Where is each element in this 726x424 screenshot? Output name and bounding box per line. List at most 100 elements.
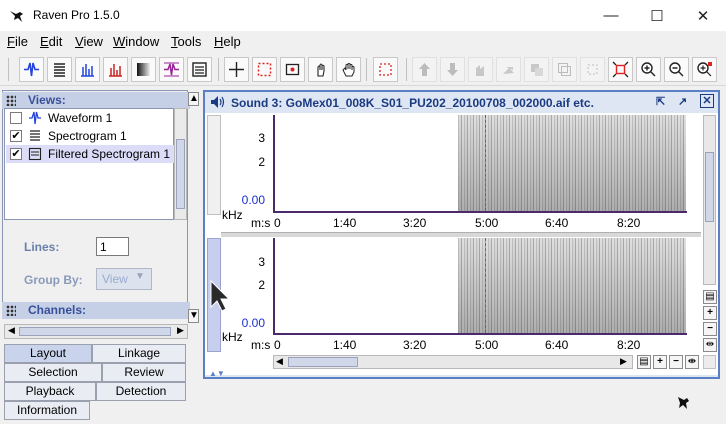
sound-window-titlebar[interactable]: Sound 3: GoMex01_008K_S01_PU202_20100708… [205, 92, 718, 113]
move-down-button[interactable] [440, 57, 465, 82]
scroll-down-arrow-icon[interactable]: ▼ [188, 309, 199, 323]
scroll-left-arrow-icon[interactable]: ◀ [8, 325, 15, 336]
window-title: Raven Pro 1.5.0 [33, 8, 120, 22]
scroll-right-arrow-icon[interactable]: ▶ [177, 325, 184, 336]
spectrogram-icon [30, 130, 40, 141]
hand-tool-button[interactable] [308, 57, 333, 82]
zoom-to-all-button[interactable] [608, 57, 633, 82]
selection-tool-button[interactable] [252, 57, 277, 82]
disabled-hand-button[interactable] [468, 57, 493, 82]
filtered-waveform-icon [164, 62, 179, 77]
point-selection-button[interactable] [280, 57, 305, 82]
channels-header: Channels: [2, 302, 190, 319]
horizontal-zoom-panel-icon[interactable]: ▤ [637, 355, 651, 369]
waveform-checkbox[interactable] [10, 112, 22, 124]
color-scheme-button[interactable] [131, 57, 156, 82]
scroll-up-arrow-icon[interactable]: ▲ [188, 92, 199, 106]
horizontal-zoom-out-icon[interactable]: − [669, 355, 683, 369]
drag-grip-icon[interactable] [6, 305, 16, 316]
gradient-icon [137, 63, 150, 76]
grab-tool-button[interactable] [336, 57, 361, 82]
mouse-cursor-icon [210, 280, 231, 312]
new-spectrogram-button[interactable] [47, 57, 72, 82]
hand-icon [476, 65, 484, 76]
corner-box [703, 355, 716, 369]
view-item-waveform[interactable]: Waveform 1 [6, 109, 174, 127]
vertical-fit-icon[interactable]: ⇹ [703, 338, 717, 352]
minimize-button[interactable]: — [588, 0, 634, 31]
raven-status-icon [678, 397, 689, 409]
vertical-scrollbar[interactable] [703, 115, 716, 285]
restore-icon[interactable]: ⇱ [656, 95, 665, 108]
disabled-tool-3-button[interactable] [552, 57, 577, 82]
filtered-spectrogram-icon [192, 62, 207, 77]
menu-file[interactable]: File [7, 34, 28, 49]
panel-1-selector[interactable] [207, 115, 221, 215]
tab-review[interactable]: Review [102, 363, 186, 382]
title-bar: Raven Pro 1.5.0 — ☐ ✕ [0, 0, 726, 31]
tab-playback[interactable]: Playback [4, 382, 96, 401]
scroll-left-arrow-icon[interactable]: ◀ [276, 356, 283, 367]
menu-edit[interactable]: Edit [40, 34, 62, 49]
vertical-zoom-out-icon[interactable]: − [703, 322, 717, 336]
arrow-up-icon [419, 63, 430, 76]
x-axis-unit: m:s [251, 216, 271, 230]
cursor-line-2 [485, 238, 486, 333]
menu-help[interactable]: Help [214, 34, 241, 49]
toolbar [0, 52, 726, 86]
waveform-icon [24, 62, 39, 77]
collapse-arrows-icon[interactable]: ▲▼ [209, 369, 225, 378]
disabled-tool-1-button[interactable] [496, 57, 521, 82]
zoom-selection-button[interactable] [692, 57, 717, 82]
side-hscrollbar[interactable]: ◀ ▶ [4, 324, 188, 339]
zoom-out-button[interactable] [664, 57, 689, 82]
marquee-zoom-button[interactable] [373, 57, 398, 82]
maximize-button[interactable]: ☐ [634, 0, 680, 31]
lines-input[interactable] [96, 237, 129, 256]
crosshair-tool-button[interactable] [224, 57, 249, 82]
panel-divider[interactable] [221, 232, 701, 237]
new-spectrum-button[interactable] [75, 57, 100, 82]
tab-detection[interactable]: Detection [96, 382, 186, 401]
drag-grip-icon[interactable] [6, 95, 16, 106]
arrow-down-icon [447, 63, 458, 76]
zoom-panel-icon[interactable]: ▤ [703, 290, 717, 304]
close-icon[interactable]: ✕ [700, 94, 714, 108]
spectrogram-2-plot[interactable] [273, 238, 687, 335]
maximize-icon[interactable]: ↗ [678, 95, 687, 108]
group-by-dropdown[interactable]: View ▼ [96, 268, 152, 290]
vertical-zoom-in-icon[interactable]: + [703, 306, 717, 320]
filtered-spectrogram-checkbox[interactable]: ✔ [10, 148, 22, 160]
zoom-in-button[interactable] [636, 57, 661, 82]
new-waveform-filtered-button[interactable] [159, 57, 184, 82]
new-waveform-button[interactable] [19, 57, 44, 82]
new-slice-button[interactable] [103, 57, 128, 82]
spectrogram-checkbox[interactable]: ✔ [10, 130, 22, 142]
crosshair-icon [229, 62, 244, 77]
channels-title: Channels: [28, 303, 87, 317]
view-item-spectrogram[interactable]: ✔ Spectrogram 1 [6, 127, 174, 145]
menu-window[interactable]: Window [113, 34, 159, 49]
horizontal-zoom-in-icon[interactable]: + [653, 355, 667, 369]
dashed-selection-icon [257, 62, 272, 77]
disabled-tool-2-button[interactable] [524, 57, 549, 82]
close-button[interactable]: ✕ [680, 0, 726, 31]
tab-layout[interactable]: Layout [4, 344, 92, 363]
slice-icon [109, 64, 122, 77]
tab-selection[interactable]: Selection [4, 363, 102, 382]
side-panel: Views: Waveform 1 ✔ Spectrogram 1 ✔ Filt… [2, 90, 200, 340]
lines-label: Lines: [24, 240, 60, 254]
views-scrollbar[interactable] [174, 108, 187, 220]
tab-information[interactable]: Information [4, 401, 90, 420]
disabled-tool-4-button[interactable] [580, 57, 605, 82]
spectrogram-1-plot[interactable] [273, 115, 687, 213]
new-filtered-spectrogram-button[interactable] [187, 57, 212, 82]
menu-view[interactable]: View [75, 34, 103, 49]
tab-linkage[interactable]: Linkage [92, 344, 186, 363]
horizontal-scrollbar[interactable]: ◀ ▶ [273, 355, 633, 369]
move-up-button[interactable] [412, 57, 437, 82]
menu-tools[interactable]: Tools [171, 34, 201, 49]
horizontal-fit-icon[interactable]: ⇼ [685, 355, 699, 369]
scroll-right-arrow-icon[interactable]: ▶ [620, 356, 627, 367]
view-item-filtered-spectrogram[interactable]: ✔ Filtered Spectrogram 1 [6, 145, 174, 163]
